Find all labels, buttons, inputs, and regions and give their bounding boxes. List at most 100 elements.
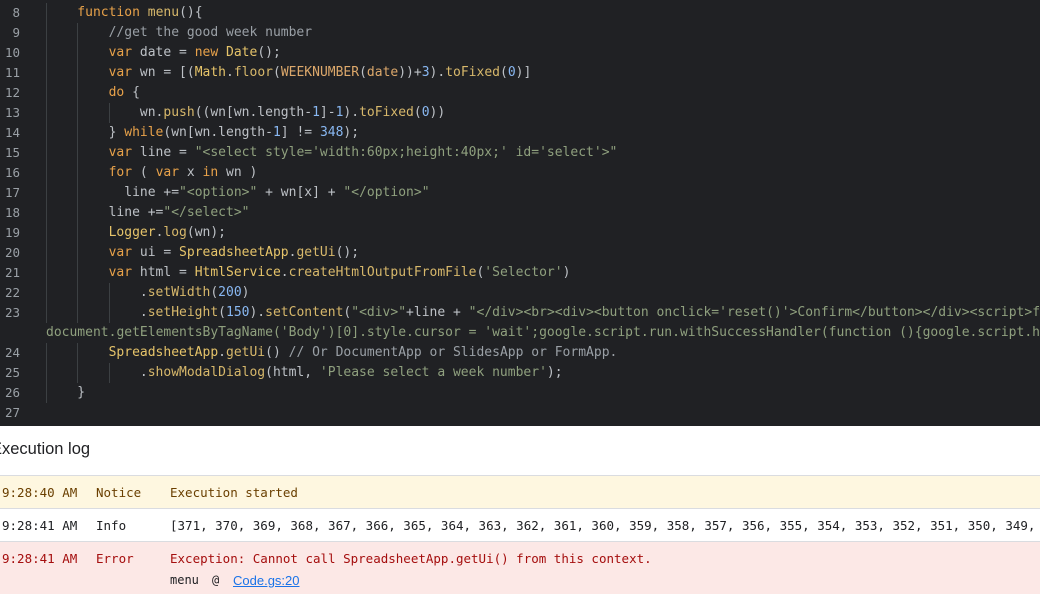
indent-guide xyxy=(77,183,79,203)
code-line[interactable]: 22 .setWidth(200) xyxy=(0,283,1040,303)
code-line[interactable]: 16 for ( var x in wn ) xyxy=(0,163,1040,183)
code-line[interactable]: 21 var html = HtmlService.createHtmlOutpu… xyxy=(0,263,1040,283)
code-line[interactable]: 24 SpreadsheetApp.getUi() // Or DocumentA… xyxy=(0,343,1040,363)
line-number: 9 xyxy=(12,25,20,40)
execution-log-panel: Execution log 9:28:40 AM Notice Executio… xyxy=(0,426,1040,594)
code-token: ); xyxy=(343,125,360,140)
code-token: Logger xyxy=(108,225,156,240)
code-token: Date xyxy=(226,45,258,60)
line-number: 19 xyxy=(4,225,20,240)
code-token: wn. xyxy=(139,105,164,120)
code-text: var html = HtmlService.createHtmlOutputF… xyxy=(109,263,571,283)
code-line[interactable]: 23 .setHeight(150).setContent("<div>"+lin… xyxy=(0,303,1040,323)
code-token: ); xyxy=(546,365,563,380)
code-line[interactable]: 12 do { xyxy=(0,83,1040,103)
indent-guide xyxy=(77,63,79,83)
code-line[interactable]: 20 var ui = SpreadsheetApp.getUi(); xyxy=(0,243,1040,263)
code-token: document.getElementsByTagName('Body')[0]… xyxy=(46,325,1040,340)
code-token: wn ) xyxy=(226,165,258,180)
line-number: 25 xyxy=(4,365,20,380)
code-token: 1 xyxy=(272,125,281,140)
code-token: "</div><br><div><button onclick='reset()… xyxy=(468,305,1040,320)
code-text: } xyxy=(77,383,85,403)
code-line[interactable]: 11 var wn = [(Math.floor(WEEKNUMBER(date)… xyxy=(0,63,1040,83)
code-token: var xyxy=(155,165,187,180)
code-text: line +="</select>" xyxy=(109,203,250,223)
stack-source-link[interactable]: Code.gs:20 xyxy=(233,573,300,588)
code-line[interactable]: 10 var date = new Date(); xyxy=(0,43,1040,63)
code-token: "<select style='width:60px;height:40px;'… xyxy=(194,145,618,160)
code-token: setWidth xyxy=(147,285,211,300)
log-severity: Info xyxy=(96,518,127,533)
code-line[interactable]: 13 wn.push((wn[wn.length-1]-1).toFixed(0)… xyxy=(0,103,1040,123)
log-entry-notice: 9:28:40 AM Notice Execution started xyxy=(0,475,1040,508)
code-line[interactable]: 14} while(wn[wn.length-1] != 348); xyxy=(0,123,1040,143)
code-token: getUi xyxy=(226,345,266,360)
indent-guide xyxy=(46,263,47,283)
indent-guide xyxy=(77,283,79,303)
code-token: in xyxy=(202,165,227,180)
code-line[interactable]: 17 line +="<option>" + wn[x] + "</option… xyxy=(0,183,1040,203)
code-text: for ( var x in wn ) xyxy=(109,163,258,183)
code-token: ui = xyxy=(139,245,180,260)
code-token: ]- xyxy=(319,105,336,120)
code-line[interactable]: 9 //get the good week number xyxy=(0,23,1040,43)
code-token: ( xyxy=(500,65,508,80)
code-line[interactable]: 19 Logger.log(wn); xyxy=(0,223,1040,243)
code-line-wrapped[interactable]: document.getElementsByTagName('Body')[0]… xyxy=(0,323,1040,343)
code-token: ] != xyxy=(280,125,320,140)
indent-guide xyxy=(46,163,47,183)
code-token: push xyxy=(163,105,195,120)
indent-guide xyxy=(77,363,79,383)
code-token: wn = [( xyxy=(139,65,195,80)
code-token: } xyxy=(77,385,86,400)
code-token: . xyxy=(280,265,289,280)
code-text: //get the good week number xyxy=(109,23,313,43)
code-token: for xyxy=(108,165,140,180)
line-number: 17 xyxy=(4,185,20,200)
code-token: var xyxy=(108,145,140,160)
indent-guide xyxy=(77,263,79,283)
code-token: createHtmlOutputFromFile xyxy=(288,265,477,280)
code-token: SpreadsheetApp xyxy=(108,345,219,360)
code-editor[interactable]: 8 function menu(){ 9 //get the good week nu… xyxy=(0,0,1040,426)
line-number: 16 xyxy=(4,165,20,180)
code-token: ( xyxy=(210,285,219,300)
code-token: line += xyxy=(124,185,180,200)
code-token: ( xyxy=(272,65,281,80)
indent-guide xyxy=(77,43,79,63)
code-line[interactable]: 26} xyxy=(0,383,1040,403)
indent-guide xyxy=(46,63,47,83)
indent-guide xyxy=(77,243,79,263)
stack-function: menu xyxy=(170,573,199,587)
code-line[interactable]: 27 xyxy=(0,403,1040,423)
code-token: // Or DocumentApp or SlidesApp or FormAp… xyxy=(288,345,618,360)
code-text: .setHeight(150).setContent("<div>"+line … xyxy=(140,303,1040,323)
line-number: 18 xyxy=(4,205,20,220)
code-token: 0 xyxy=(507,65,516,80)
line-number: 15 xyxy=(4,145,20,160)
line-number: 21 xyxy=(4,265,20,280)
indent-guide xyxy=(46,243,47,263)
code-token: Math xyxy=(194,65,227,80)
code-token: (wn); xyxy=(186,225,227,240)
code-token: (); xyxy=(257,45,281,60)
code-token: html = xyxy=(139,265,195,280)
code-line[interactable]: 8 function menu(){ xyxy=(0,3,1040,23)
code-line[interactable]: 15 var line = "<select style='width:60px;… xyxy=(0,143,1040,163)
code-token: new xyxy=(194,45,227,60)
indent-guide xyxy=(108,363,110,383)
indent-guide xyxy=(77,83,79,103)
indent-guide xyxy=(77,163,79,183)
log-severity: Notice xyxy=(96,485,142,500)
code-token: ). xyxy=(249,305,266,320)
code-token: . xyxy=(226,65,234,80)
code-token: 150 xyxy=(226,305,250,320)
code-token: ) xyxy=(562,265,571,280)
code-text: document.getElementsByTagName('Body')[0]… xyxy=(46,323,1040,343)
code-line[interactable]: 18 line +="</select>" xyxy=(0,203,1040,223)
code-text: SpreadsheetApp.getUi() // Or DocumentApp… xyxy=(109,343,618,363)
indent-guide xyxy=(77,143,79,163)
code-line[interactable]: 25 .showModalDialog(html, 'Please select … xyxy=(0,363,1040,383)
code-token: var xyxy=(108,245,140,260)
